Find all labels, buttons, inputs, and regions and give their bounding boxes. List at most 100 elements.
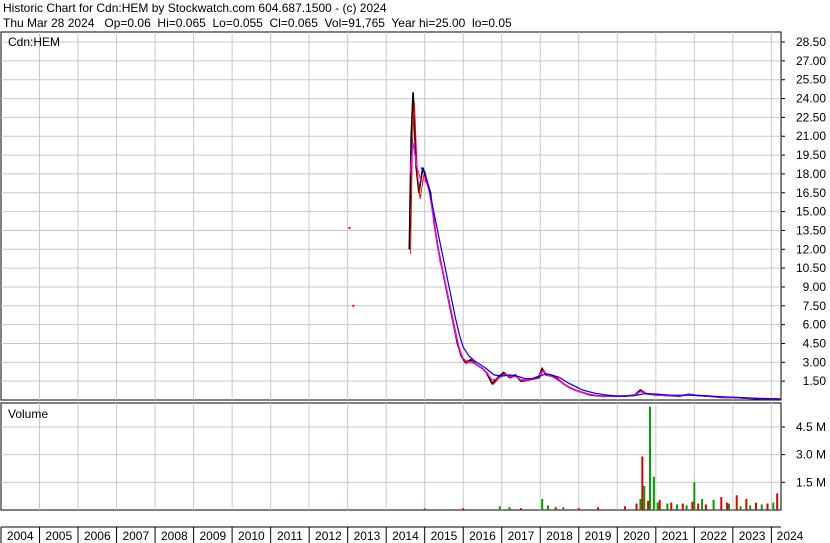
volume-bar-down <box>754 502 757 510</box>
price-tick-label: 6.00 <box>803 318 827 332</box>
volume-bar-down <box>641 456 644 510</box>
volume-bar-down <box>766 503 769 510</box>
price-tick-label: 25.50 <box>796 73 826 87</box>
volume-bar-up <box>541 498 544 510</box>
x-tick-label: 2018 <box>546 529 573 543</box>
volume-bar-up <box>749 505 752 510</box>
volume-bar-up <box>666 503 669 510</box>
price-series-close <box>408 92 781 400</box>
price-tick-label: 24.00 <box>796 92 826 106</box>
volume-bar-down <box>635 503 638 510</box>
volume-bar-down <box>423 508 426 510</box>
price-tick-label: 28.50 <box>796 35 826 49</box>
stock-chart: 1.50 3.00 4.50 6.00 7.50 9.00 10.50 12.00 13.50 1… <box>0 31 826 543</box>
volume-bar-up <box>498 506 501 510</box>
volume-bar-up <box>643 486 646 510</box>
volume-bar-up <box>652 476 655 510</box>
volume-bar-up <box>701 498 704 510</box>
price-tick-label: 3.00 <box>803 355 827 369</box>
volume-bar-down <box>597 507 600 510</box>
volume-bar-up <box>739 506 742 510</box>
volume-bar-up <box>685 505 688 510</box>
volume-bar-down <box>704 504 707 510</box>
volume-bar-down <box>577 508 580 510</box>
x-tick-label: 2020 <box>623 529 650 543</box>
volume-bar-up <box>772 502 775 510</box>
volume-bar-down <box>624 506 626 510</box>
x-tick-label: 2004 <box>7 529 34 543</box>
volume-panel-title: Volume <box>8 407 48 421</box>
volume-bar-down <box>697 503 700 510</box>
x-tick-label: 2024 <box>777 529 804 543</box>
x-tick-label: 2012 <box>315 529 342 543</box>
volume-bar-down <box>520 508 522 510</box>
x-tick-label: 2011 <box>277 529 303 543</box>
volume-bar-up <box>676 504 678 510</box>
volume-bar-up <box>712 499 715 510</box>
price-tick-label: 22.50 <box>796 110 826 124</box>
x-tick-label: 2016 <box>469 529 496 543</box>
volume-bar-down <box>726 502 729 510</box>
volume-bar-up <box>508 507 511 510</box>
price-tick-label: 19.50 <box>796 148 826 162</box>
volume-bar-down <box>681 503 684 510</box>
x-tick-label: 2010 <box>238 529 265 543</box>
x-axis: 2004 2005 2006 2007 2008 2009 2010 2011 2012 2013… <box>0 527 804 543</box>
x-tick-label: 2005 <box>45 529 72 543</box>
volume-y-axis: 1.5 M 3.0 M 4.5 M <box>781 420 826 489</box>
volume-panel-frame <box>0 402 782 511</box>
price-series-short-ma <box>410 101 782 400</box>
price-tick-label: 12.00 <box>796 242 826 256</box>
x-tick-label: 2017 <box>508 529 535 543</box>
volume-bar-down <box>554 507 557 510</box>
price-tick-label: 18.00 <box>796 167 826 181</box>
volume-bar-down <box>670 502 673 510</box>
price-tick-label: 16.50 <box>796 186 826 200</box>
price-tick-label: 1.50 <box>803 374 827 388</box>
price-point <box>348 226 351 229</box>
price-series-mid-ma <box>409 142 781 400</box>
volume-bar-up <box>639 498 642 510</box>
x-tick-label: 2021 <box>662 529 689 543</box>
volume-bar-down <box>658 499 661 510</box>
x-tick-label: 2014 <box>392 529 419 543</box>
volume-bar-up <box>728 503 730 510</box>
x-tick-label: 2022 <box>700 529 727 543</box>
price-tick-label: 13.50 <box>796 223 826 237</box>
volume-tick-label: 4.5 M <box>796 420 826 434</box>
volume-bar-up <box>546 505 549 510</box>
x-tick-label: 2009 <box>200 529 227 543</box>
x-tick-label: 2015 <box>431 529 458 543</box>
volume-bar-down <box>735 495 738 510</box>
volume-bar-up <box>562 507 565 510</box>
price-grid <box>1 32 781 400</box>
price-y-axis: 1.50 3.00 4.50 6.00 7.50 9.00 10.50 12.00 13.50 1… <box>781 35 826 388</box>
volume-bar-down <box>720 497 723 510</box>
x-tick-label: 2007 <box>122 529 149 543</box>
price-point <box>352 304 355 307</box>
price-tick-label: 9.00 <box>803 280 827 294</box>
x-tick-label: 2013 <box>354 529 381 543</box>
volume-bar-up <box>693 482 696 510</box>
x-tick-label: 2019 <box>585 529 612 543</box>
price-tick-label: 15.00 <box>796 205 826 219</box>
volume-bar-down <box>691 501 694 510</box>
price-tick-label: 27.00 <box>796 54 826 68</box>
volume-tick-label: 3.0 M <box>796 448 826 462</box>
price-tick-label: 7.50 <box>803 299 827 313</box>
x-tick-label: 2008 <box>161 529 188 543</box>
x-tick-label: 2006 <box>84 529 111 543</box>
volume-bars <box>346 406 779 511</box>
price-series <box>348 92 782 400</box>
price-tick-label: 10.50 <box>796 261 826 275</box>
price-panel-title: Cdn:HEM <box>8 35 60 49</box>
price-tick-label: 21.00 <box>796 129 826 143</box>
volume-bar-up <box>760 504 763 510</box>
volume-bar-up <box>649 406 652 510</box>
volume-grid <box>1 403 781 510</box>
x-tick-label: 2023 <box>739 529 766 543</box>
volume-tick-label: 1.5 M <box>796 475 826 489</box>
price-tick-label: 4.50 <box>803 336 827 350</box>
volume-bar-down <box>647 500 650 510</box>
price-panel-frame <box>0 31 782 401</box>
